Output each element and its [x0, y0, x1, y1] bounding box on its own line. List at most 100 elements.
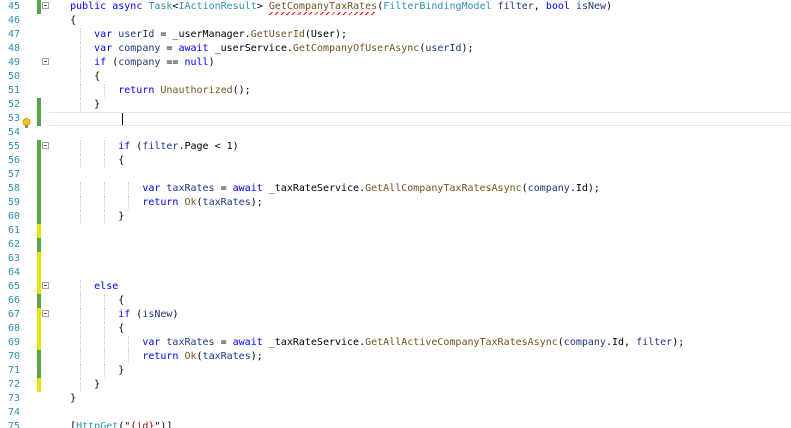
- code-token: GetCompanyOfUserAsync: [292, 43, 420, 54]
- indent-guide: [80, 350, 82, 364]
- indent-guide: [80, 308, 82, 322]
- code-line[interactable]: 66 {: [0, 294, 791, 308]
- code-line[interactable]: 59 return Ok(taxRates);: [0, 196, 791, 210]
- code-line[interactable]: 60}: [0, 210, 791, 224]
- collapse-icon[interactable]: [42, 282, 49, 289]
- code-line[interactable]: 49 if (company == null): [0, 56, 791, 70]
- code-token: public: [70, 1, 107, 12]
- code-line[interactable]: 69 var taxRates = await _taxRateService.G…: [0, 336, 791, 350]
- code-token: GetAllActiveCompanyTaxRatesAsync: [365, 337, 558, 348]
- code-line[interactable]: 57: [0, 168, 791, 182]
- code-line[interactable]: 45 public async Task<IActionResult> GetCo…: [0, 0, 791, 15]
- line-number: 48: [7, 43, 20, 54]
- code-line[interactable]: 56 {: [0, 154, 791, 168]
- line-number: 66: [7, 295, 20, 306]
- code-line[interactable]: 51 return Unauthorized();: [0, 84, 791, 98]
- line-number: 56: [7, 155, 20, 166]
- code-line[interactable]: 58 var taxRates = await _taxRateService.G…: [0, 182, 791, 196]
- code-token: company: [118, 43, 161, 54]
- indent-guide: [80, 210, 82, 224]
- line-number: 52: [7, 99, 20, 110]
- code-token: company: [118, 57, 161, 68]
- code-line[interactable]: 73}: [0, 392, 791, 406]
- indent-guide: [104, 140, 106, 154]
- code-token: {id}: [130, 421, 155, 428]
- code-text: }: [70, 392, 76, 406]
- code-line[interactable]: 70 return Ok(taxRates);: [0, 350, 791, 364]
- code-line[interactable]: 52}: [0, 98, 791, 112]
- saved-change-marker: [37, 168, 41, 182]
- collapse-icon[interactable]: [42, 310, 49, 317]
- line-number: 71: [7, 365, 20, 376]
- code-line[interactable]: 71}: [0, 364, 791, 378]
- unsaved-change-marker: [37, 336, 41, 350]
- code-line[interactable]: 53: [0, 112, 791, 126]
- collapse-icon[interactable]: [42, 142, 49, 149]
- code-token: null: [184, 57, 209, 68]
- unsaved-change-marker: [37, 280, 41, 294]
- code-token: {: [118, 295, 125, 306]
- code-line[interactable]: 75 [HttpGet("{id}")]: [0, 420, 791, 428]
- code-token: userId: [118, 29, 155, 40]
- code-line[interactable]: 72}: [0, 378, 791, 392]
- indent-guide: [104, 154, 106, 168]
- unsaved-change-marker: [37, 308, 41, 322]
- code-line[interactable]: 68 {: [0, 322, 791, 336]
- indent-guide: [80, 28, 82, 42]
- code-line[interactable]: 48 var company = await _userService.GetCo…: [0, 42, 791, 56]
- code-token: Ok: [184, 197, 197, 208]
- code-token: Unauthorized: [160, 85, 233, 96]
- indent-guide: [80, 280, 82, 294]
- code-token: bool: [545, 1, 570, 12]
- code-line[interactable]: 67 if (isNew): [0, 308, 791, 322]
- code-token: isNew: [575, 1, 607, 12]
- code-line[interactable]: 54: [0, 126, 791, 140]
- code-text: }: [94, 378, 100, 392]
- code-token: return: [142, 197, 179, 208]
- code-text: [HttpGet("{id}")]: [70, 420, 172, 428]
- code-line[interactable]: 74: [0, 406, 791, 420]
- code-token: }: [70, 393, 77, 404]
- code-token: }: [94, 379, 101, 390]
- code-text: if (isNew): [118, 308, 178, 322]
- line-number: 60: [7, 211, 20, 222]
- line-number: 68: [7, 323, 20, 334]
- unsaved-change-marker: [37, 252, 41, 266]
- code-line[interactable]: 50 {: [0, 70, 791, 84]
- code-text: }: [118, 210, 124, 224]
- code-token: );: [672, 337, 685, 348]
- indent-guide: [80, 196, 82, 210]
- code-line[interactable]: 61: [0, 224, 791, 238]
- code-token: ,: [533, 1, 546, 12]
- code-text: }: [118, 364, 124, 378]
- code-editor[interactable]: 45 public async Task<IActionResult> GetCo…: [0, 0, 791, 428]
- code-token: (User);: [304, 29, 348, 40]
- code-token: >: [256, 1, 269, 12]
- code-token: {: [118, 323, 125, 334]
- code-line[interactable]: 62: [0, 238, 791, 252]
- code-line[interactable]: 47 var userId = _userManager.GetUserId(Us…: [0, 28, 791, 42]
- collapse-icon[interactable]: [42, 58, 49, 65]
- indent-guide: [104, 294, 106, 308]
- code-token: taxRates: [202, 351, 251, 362]
- code-line[interactable]: 46 {: [0, 14, 791, 28]
- indent-guide: [80, 294, 82, 308]
- code-token: var: [142, 183, 161, 194]
- code-token: HttpGet: [76, 421, 119, 428]
- indent-guide: [104, 308, 106, 322]
- code-line[interactable]: 65 else: [0, 280, 791, 294]
- code-token: isNew: [142, 309, 173, 320]
- saved-change-marker: [37, 98, 41, 112]
- saved-change-marker: [37, 364, 41, 378]
- code-token: if: [94, 57, 107, 68]
- code-token: ): [606, 1, 613, 12]
- saved-change-marker: [37, 350, 41, 364]
- code-line[interactable]: 55 if (filter.Page < 1): [0, 140, 791, 154]
- code-line[interactable]: 64: [0, 266, 791, 280]
- code-line[interactable]: 63: [0, 252, 791, 266]
- indent-guide: [104, 84, 106, 98]
- code-token: taxRates: [202, 197, 251, 208]
- line-number: 61: [7, 225, 20, 236]
- indent-guide: [104, 336, 106, 350]
- collapse-icon[interactable]: [42, 2, 49, 9]
